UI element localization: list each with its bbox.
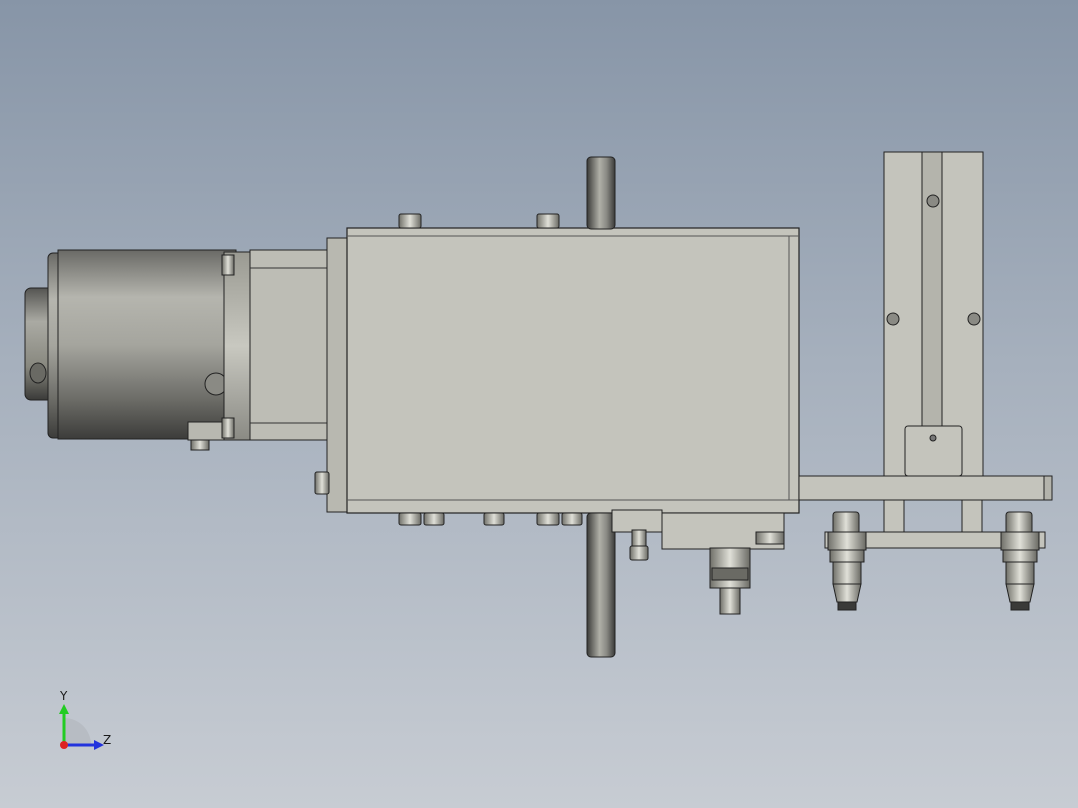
- lower-bracket[interactable]: [611, 509, 785, 615]
- motor-assembly[interactable]: [24, 249, 331, 451]
- motor-body: [57, 249, 237, 440]
- cup-nut-lower: [829, 549, 865, 563]
- wheel-top: [586, 156, 616, 230]
- column-screw: [886, 312, 900, 326]
- motor-mount-bolt: [190, 439, 210, 451]
- coordinate-triad: Y Z: [59, 689, 111, 750]
- sensor-set-screw: [755, 531, 785, 545]
- triad-x-dot: [60, 741, 68, 749]
- cup-pad: [1010, 601, 1030, 611]
- suction-cup-left[interactable]: [827, 511, 867, 611]
- cup-nut-top: [832, 511, 860, 535]
- arm-tip: [1043, 475, 1053, 501]
- column-screw: [926, 194, 940, 208]
- motor-connector[interactable]: [29, 362, 47, 384]
- column-screw: [967, 312, 981, 326]
- bracket-screw-head: [629, 545, 649, 561]
- suction-cup-right[interactable]: [1000, 511, 1040, 611]
- triad-y-arrow: [59, 704, 69, 714]
- triad-z-label: Z: [103, 733, 111, 747]
- column-slider[interactable]: [904, 425, 963, 477]
- cad-viewport[interactable]: Y Z: [0, 0, 1078, 808]
- gearbox-housing: [346, 227, 800, 514]
- bottom-bolt: [536, 512, 560, 526]
- cup-thread: [832, 561, 862, 585]
- cup-tip: [1005, 583, 1035, 603]
- motor-flange-bolt-top: [221, 254, 235, 276]
- slider-screw: [929, 434, 937, 442]
- arm-support: [961, 499, 983, 533]
- cup-nut: [827, 531, 867, 551]
- gearbox-body[interactable]: [314, 213, 800, 526]
- bottom-bolt: [483, 512, 505, 526]
- sensor-nut: [711, 567, 749, 581]
- cad-scene[interactable]: Y Z: [0, 0, 1078, 808]
- cup-pad: [837, 601, 857, 611]
- cup-nut-top: [1005, 511, 1033, 535]
- triad-y-label: Y: [59, 689, 68, 703]
- arm-bar: [798, 475, 1053, 501]
- arm-support: [883, 499, 905, 533]
- bracket-screw: [631, 529, 647, 547]
- cup-tip: [832, 583, 862, 603]
- motor-adapter: [249, 249, 331, 441]
- bottom-bolt: [423, 512, 445, 526]
- cup-nut-lower: [1002, 549, 1038, 563]
- bottom-bolt: [561, 512, 583, 526]
- cup-thread: [1005, 561, 1035, 585]
- side-bolt: [314, 471, 330, 495]
- vertical-column[interactable]: [883, 151, 984, 479]
- motor-flange-bolt-bottom: [221, 417, 235, 439]
- top-bolt: [398, 213, 422, 229]
- sensor-shaft: [719, 587, 741, 615]
- bracket-plate: [611, 509, 663, 533]
- gearbox-plate: [326, 237, 350, 513]
- cup-nut: [1000, 531, 1040, 551]
- triad-arc: [64, 718, 91, 745]
- top-bolt: [536, 213, 560, 229]
- bottom-bolt: [398, 512, 422, 526]
- wheel-bottom: [586, 512, 616, 658]
